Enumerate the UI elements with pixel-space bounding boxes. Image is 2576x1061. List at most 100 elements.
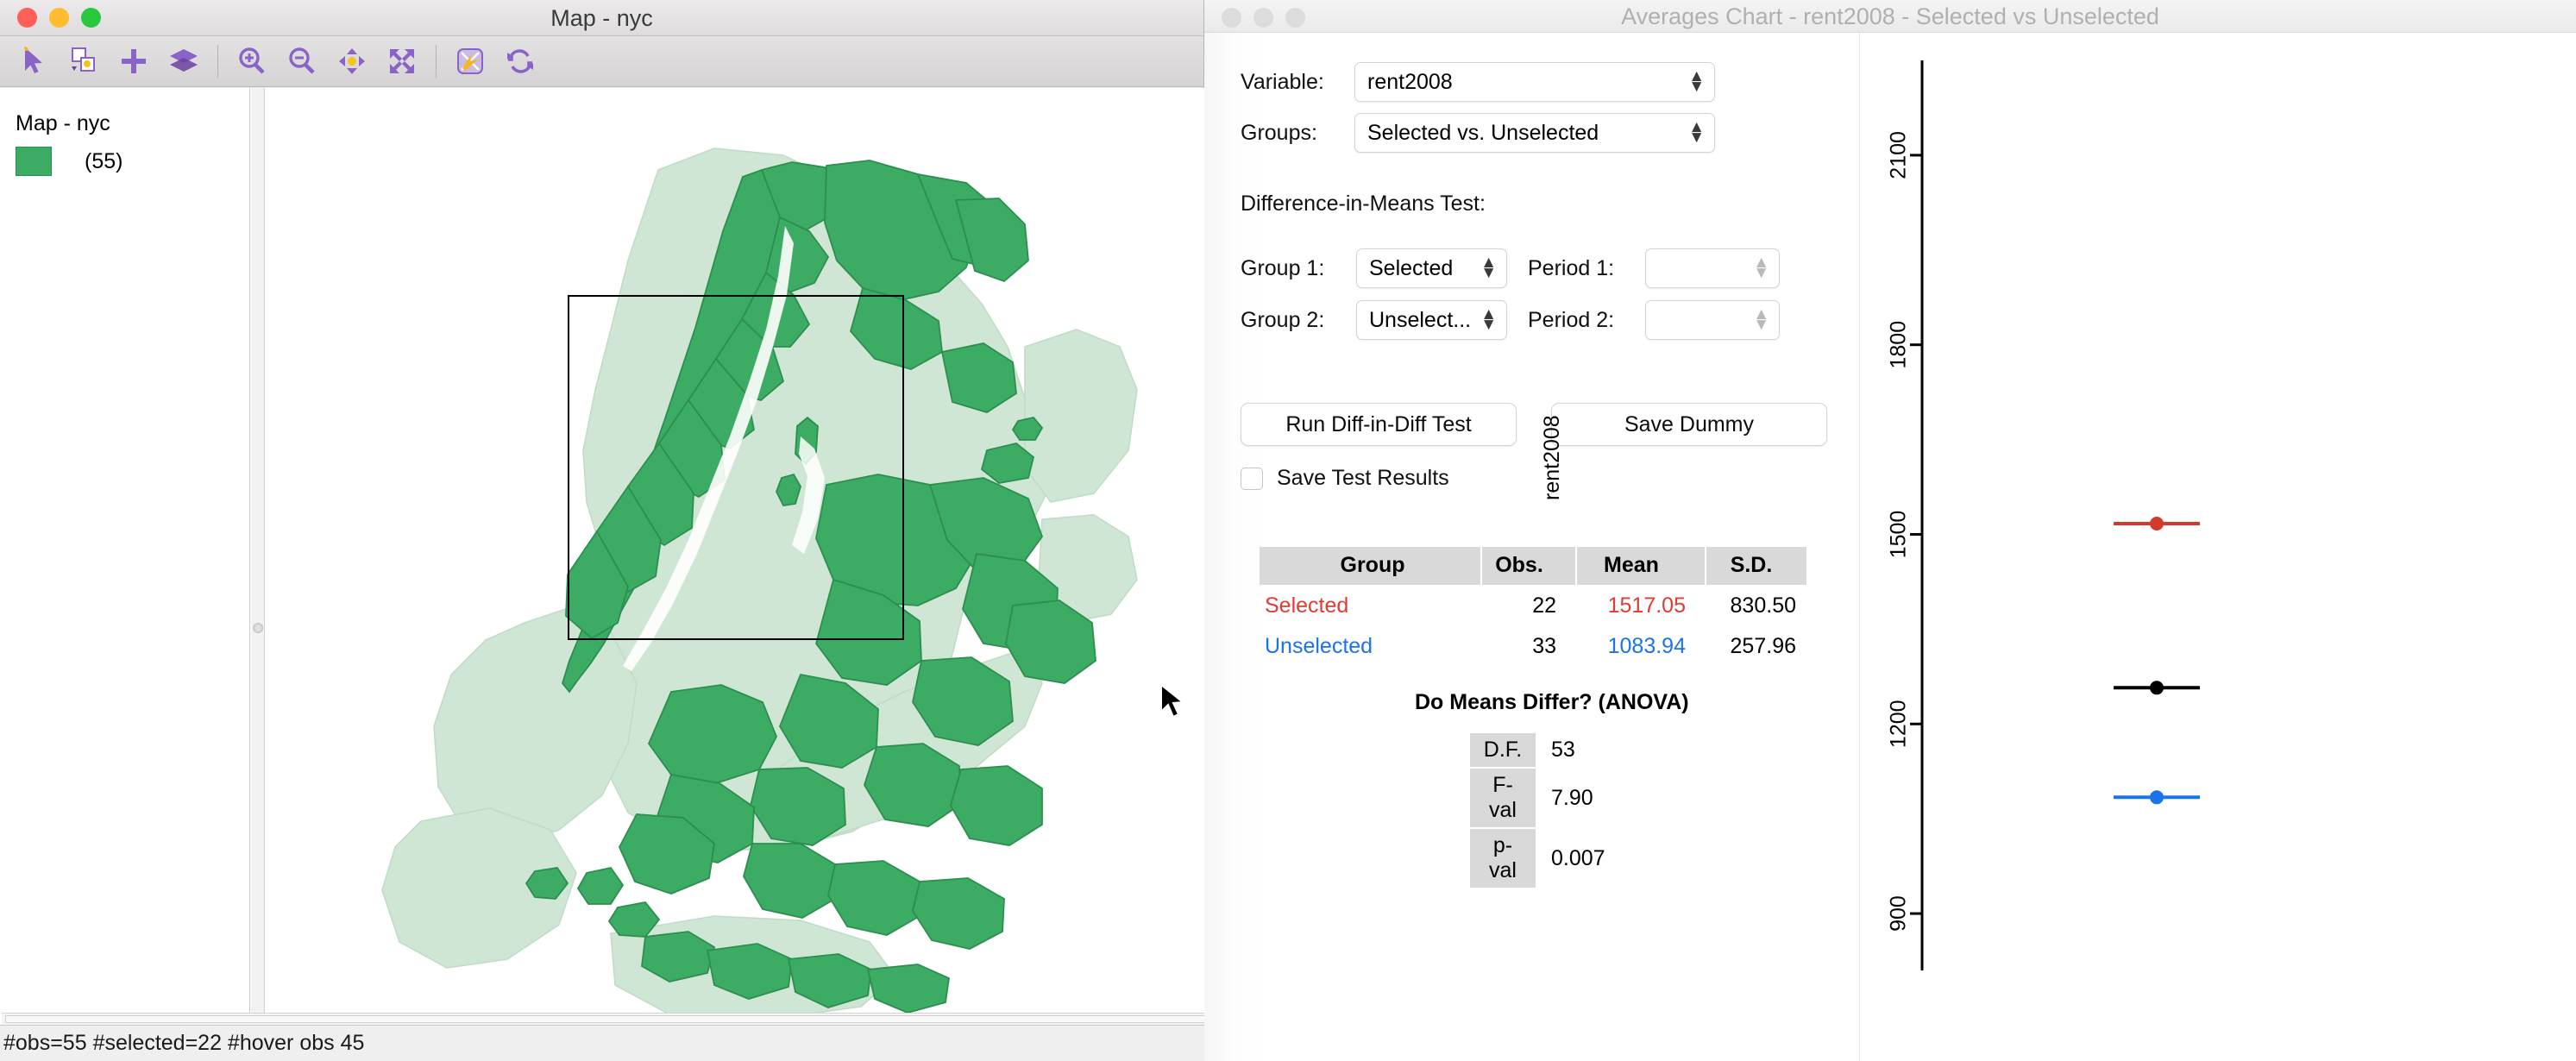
cell-mean-unselected: 1083.94 — [1575, 625, 1706, 668]
cell-obs-unselected: 33 — [1480, 625, 1577, 668]
map-window: Map - nyc Map - nyc (55) #obs=55 #select… — [0, 0, 1230, 1061]
variable-select-value: rent2008 — [1367, 69, 1453, 94]
cell-obs-selected: 22 — [1480, 585, 1577, 627]
diff-in-means-header: Difference-in-Means Test: — [1241, 191, 1486, 216]
cell-sd-unselected: 257.96 — [1705, 625, 1808, 668]
group2-label: Group 2: — [1241, 307, 1325, 332]
groups-select[interactable]: Selected vs. Unselected ▲ ▼ — [1354, 113, 1715, 153]
refresh-icon[interactable] — [495, 39, 545, 84]
map-canvas[interactable] — [266, 88, 1204, 1025]
variable-label: Variable: — [1241, 69, 1324, 94]
zoom-out-icon[interactable] — [277, 39, 327, 84]
header-mean: Mean — [1575, 545, 1706, 587]
group2-select-value: Unselect... — [1369, 307, 1472, 332]
pan-icon[interactable] — [327, 39, 377, 84]
group1-select[interactable]: Selected ▲ ▼ — [1356, 248, 1507, 288]
anova-table: D.F. 53 F-val 7.90 p-val 0.007 — [1468, 731, 1607, 889]
crosshair-icon[interactable] — [109, 39, 159, 84]
anova-label-pval: p-val — [1468, 827, 1537, 889]
group2-row: Group 2: Unselect... ▲ ▼ Period 2: ▲ ▼ — [1241, 300, 1780, 340]
anova-row-fval: F-val 7.90 — [1468, 767, 1607, 829]
chart-titlebar[interactable]: Averages Chart - rent2008 - Selected vs … — [1204, 0, 2576, 33]
chevron-up-down-icon: ▲ ▼ — [1753, 305, 1769, 334]
chevron-up-down-icon: ▲ ▼ — [1688, 67, 1705, 96]
period1-label: Period 1: — [1528, 255, 1615, 280]
cell-sd-selected: 830.50 — [1705, 585, 1808, 627]
map-toolbar — [0, 36, 1203, 87]
save-test-results-label: Save Test Results — [1277, 466, 1449, 490]
groups-row: Groups: Selected vs. Unselected ▲ ▼ — [1241, 113, 1715, 153]
chart-window-title: Averages Chart - rent2008 - Selected vs … — [1621, 3, 2159, 29]
period2-label: Period 2: — [1528, 307, 1615, 332]
layers-icon[interactable] — [159, 39, 209, 84]
table-row[interactable]: Unselected 33 1083.94 257.96 — [1258, 625, 1808, 668]
legend-color-swatch — [16, 147, 52, 176]
chevron-up-down-icon: ▲ ▼ — [1753, 254, 1769, 282]
period1-select[interactable]: ▲ ▼ — [1645, 248, 1780, 288]
horizontal-scrollbar-thumb[interactable] — [5, 1015, 1230, 1023]
select-arrow-icon[interactable] — [9, 39, 59, 84]
map-status-bar: #obs=55 #selected=22 #hover obs 45 — [0, 1025, 1204, 1061]
header-obs: Obs. — [1480, 545, 1577, 587]
group1-row: Group 1: Selected ▲ ▼ Period 1: ▲ ▼ — [1241, 248, 1780, 288]
anova-title: Do Means Differ? (ANOVA) — [1415, 690, 1689, 714]
save-test-results-row[interactable]: Save Test Results — [1241, 466, 1449, 491]
cell-mean-selected: 1517.05 — [1575, 585, 1706, 627]
anova-value-df: 53 — [1536, 731, 1607, 769]
plot-data-points[interactable] — [2114, 516, 2200, 805]
anova-value-pval: 0.007 — [1536, 827, 1607, 889]
nyc-choropleth-map[interactable] — [266, 88, 1204, 1025]
header-group: Group — [1258, 545, 1482, 587]
averages-plot[interactable]: 900 1200 1500 1800 2100 — [1860, 43, 2576, 1018]
group2-select[interactable]: Unselect... ▲ ▼ — [1356, 300, 1507, 340]
cell-group-selected: Selected — [1258, 585, 1482, 627]
run-diff-in-diff-button[interactable]: Run Diff-in-Diff Test — [1241, 403, 1517, 446]
cell-group-unselected: Unselected — [1258, 625, 1482, 668]
chevron-up-down-icon: ▲ ▼ — [1480, 254, 1497, 282]
toolbar-separator-2 — [436, 45, 437, 78]
chevron-up-down-icon: ▲ ▼ — [1480, 305, 1497, 334]
zoom-in-icon[interactable] — [227, 39, 277, 84]
svg-text:1200: 1200 — [1887, 700, 1911, 748]
svg-text:1500: 1500 — [1887, 511, 1911, 559]
anova-row-df: D.F. 53 — [1468, 731, 1607, 769]
fit-extent-icon[interactable] — [377, 39, 427, 84]
variable-row: Variable: rent2008 ▲ ▼ — [1241, 62, 1715, 102]
legend-item[interactable]: (55) — [16, 147, 123, 176]
y-axis: 900 1200 1500 1800 2100 — [1887, 60, 1924, 970]
group-statistics-table: Group Obs. Mean S.D. Selected 22 1517.05… — [1258, 545, 1808, 668]
select-shape-icon[interactable] — [59, 39, 109, 84]
table-row[interactable]: Selected 22 1517.05 830.50 — [1258, 585, 1808, 627]
map-legend-panel: Map - nyc (55) — [0, 88, 250, 1025]
legend-title: Map - nyc — [16, 111, 110, 135]
map-titlebar[interactable]: Map - nyc — [0, 0, 1203, 36]
table-header-row: Group Obs. Mean S.D. — [1258, 545, 1808, 587]
group1-select-value: Selected — [1369, 255, 1454, 280]
save-test-results-checkbox[interactable] — [1241, 467, 1263, 490]
period2-select[interactable]: ▲ ▼ — [1645, 300, 1780, 340]
anova-label-fval: F-val — [1468, 767, 1537, 829]
splitter-grip[interactable] — [253, 623, 263, 633]
group1-label: Group 1: — [1241, 255, 1325, 280]
map-select-icon[interactable] — [445, 39, 495, 84]
toolbar-separator — [217, 45, 218, 78]
svg-text:2100: 2100 — [1887, 131, 1911, 179]
save-dummy-button[interactable]: Save Dummy — [1551, 403, 1827, 446]
svg-text:1800: 1800 — [1887, 321, 1911, 369]
legend-count-label: (55) — [85, 148, 123, 173]
panel-splitter[interactable] — [251, 88, 265, 1025]
header-sd: S.D. — [1705, 545, 1808, 587]
horizontal-scrollbar[interactable] — [2, 1013, 1230, 1025]
status-text: #obs=55 #selected=22 #hover obs 45 — [3, 1031, 365, 1055]
groups-select-value: Selected vs. Unselected — [1367, 120, 1599, 145]
chevron-up-down-icon: ▲ ▼ — [1688, 118, 1705, 147]
anova-value-fval: 7.90 — [1536, 767, 1607, 829]
mouse-cursor-icon — [1160, 683, 1185, 719]
map-window-title: Map - nyc — [550, 5, 653, 31]
map-body: Map - nyc (55) — [0, 88, 1204, 1025]
anova-row-pval: p-val 0.007 — [1468, 827, 1607, 889]
y-axis-label: rent2008 — [1540, 415, 1564, 500]
anova-label-df: D.F. — [1468, 731, 1537, 769]
variable-select[interactable]: rent2008 ▲ ▼ — [1354, 62, 1715, 102]
svg-text:900: 900 — [1887, 895, 1911, 932]
